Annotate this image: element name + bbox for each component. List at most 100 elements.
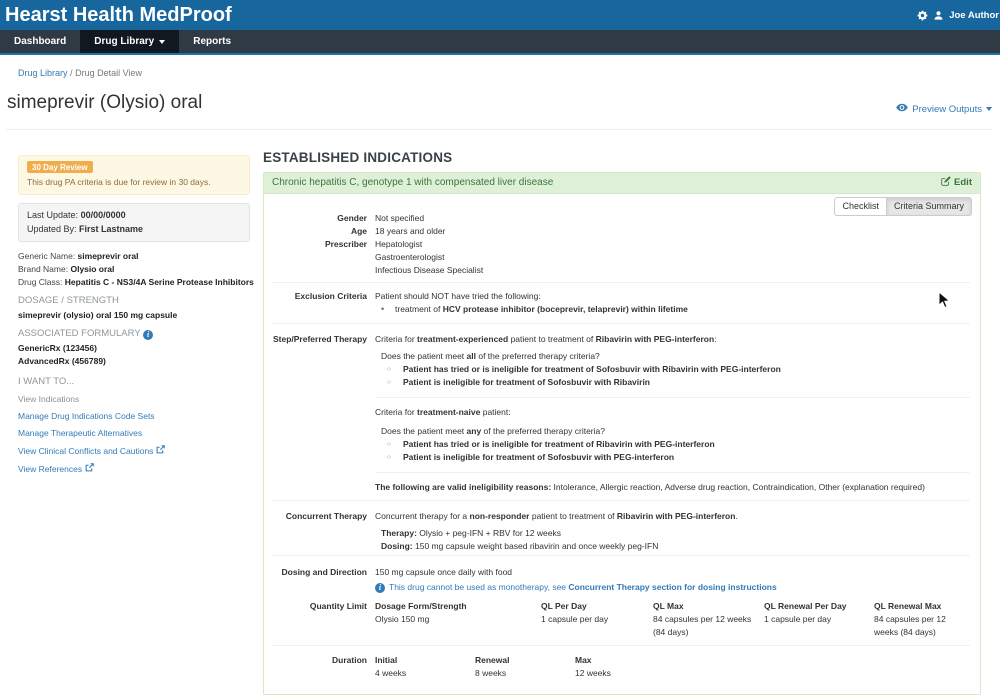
chevron-down-icon [159, 40, 165, 44]
dosing-direction-text: 150 mg capsule once daily with food [375, 566, 970, 579]
duration-table: Initial4 weeks Renewal8 weeks Max12 week… [375, 654, 970, 680]
exclusion-bullet: • treatment of HCV protease inhibitor (b… [381, 303, 970, 316]
breadcrumb-drug-library[interactable]: Drug Library [18, 68, 68, 78]
age-label: Age [272, 225, 367, 238]
i-want-to-heading: I WANT TO... [18, 376, 250, 388]
exclusion-criteria-row: Exclusion Criteria Patient should NOT ha… [272, 282, 970, 323]
concurrent-therapy-line: Therapy: Olysio + peg-IFN + RBV for 12 w… [381, 527, 970, 540]
sidebar-item-manage-code-sets[interactable]: Manage Drug Indications Code Sets [18, 411, 250, 422]
concurrent-label: Concurrent Therapy [272, 510, 367, 553]
edit-button[interactable]: Edit [941, 176, 972, 190]
sidebar-item-manage-alternatives[interactable]: Manage Therapeutic Alternatives [18, 428, 250, 439]
ql-column: QL Max84 capsules per 12 weeks (84 days) [653, 600, 764, 639]
gear-icon[interactable] [917, 10, 928, 21]
i-want-to-menu: View Indications Manage Drug Indications… [18, 394, 250, 475]
gender-label: Gender [272, 212, 367, 225]
ql-column: QL Per Day1 capsule per day [541, 600, 653, 639]
dosage-strength-value: simeprevir (olysio) oral 150 mg capsule [18, 309, 250, 322]
drug-sidebar: 30 Day Review This drug PA criteria is d… [18, 149, 250, 475]
step-criterion: ○Patient has tried or is ineligible for … [387, 438, 970, 451]
step-criterion: ○Patient is ineligible for treatment of … [387, 376, 970, 389]
prescriber-label: Prescriber [272, 238, 367, 277]
step-block-intro: Criteria for treatment-experienced patie… [375, 333, 970, 346]
update-info-box: Last Update: 00/00/0000 Updated By: Firs… [18, 203, 250, 242]
eye-icon [896, 103, 908, 115]
duration-row: Duration Initial4 weeks Renewal8 weeks M… [272, 645, 970, 680]
ql-column: QL Renewal Per Day1 capsule per day [764, 600, 874, 639]
quantity-limit-table: Dosage Form/StrengthOlysio 150 mg QL Per… [375, 600, 976, 639]
edit-icon [941, 176, 951, 190]
monotherapy-note: i This drug cannot be used as monotherap… [375, 581, 970, 594]
formulary-item: GenericRx (123456) [18, 342, 250, 355]
view-toggle: Checklist Criteria Summary [834, 197, 972, 216]
concurrent-therapy-row: Concurrent Therapy Concurrent therapy fo… [272, 500, 970, 555]
nav-drug-library[interactable]: Drug Library [80, 30, 179, 53]
sidebar-item-view-references[interactable]: View References [18, 463, 250, 475]
prescriber-values: Hepatologist Gastroenterologist Infectio… [367, 238, 970, 277]
breadcrumb: Drug Library / Drug Detail View [18, 68, 142, 78]
indication-panel: Chronic hepatitis C, genotype 1 with com… [263, 172, 981, 695]
dosing-row: Dosing and Direction 150 mg capsule once… [272, 555, 970, 645]
exclusion-label: Exclusion Criteria [272, 290, 367, 316]
indication-title: Chronic hepatitis C, genotype 1 with com… [272, 177, 553, 189]
drug-info: Generic Name: simeprevir oral Brand Name… [18, 250, 250, 289]
divider [6, 129, 992, 130]
breadcrumb-current: Drug Detail View [75, 68, 142, 78]
breadcrumb-separator: / [70, 68, 73, 78]
mouse-cursor [938, 291, 950, 314]
ql-column: Dosage Form/StrengthOlysio 150 mg [375, 600, 541, 639]
criteria-summary-button[interactable]: Criteria Summary [886, 197, 972, 216]
associated-formulary-heading: ASSOCIATED FORMULARY i [18, 328, 250, 340]
external-link-icon [85, 463, 94, 475]
circle-bullet-icon: ○ [387, 363, 397, 376]
quantity-limit-label: Quantity Limit [272, 600, 367, 639]
drug-class: Drug Class: Hepatitis C - NS3/4A Serine … [18, 276, 250, 289]
dosage-strength-heading: DOSAGE / STRENGTH [18, 295, 250, 307]
section-title: ESTABLISHED INDICATIONS [263, 150, 981, 165]
circle-bullet-icon: ○ [387, 451, 397, 464]
step-block-question: Does the patient meet all of the preferr… [381, 350, 970, 363]
chevron-down-icon [986, 107, 992, 111]
dosing-direction-label: Dosing and Direction [272, 566, 367, 594]
user-icon[interactable] [933, 10, 944, 21]
step-block-question: Does the patient meet any of the preferr… [381, 425, 970, 438]
formulary-item: AdvancedRx (456789) [18, 355, 250, 368]
main-nav: Dashboard Drug Library Reports [0, 30, 1000, 55]
generic-name: Generic Name: simeprevir oral [18, 250, 250, 263]
main-content: ESTABLISHED INDICATIONS Chronic hepatiti… [263, 144, 981, 685]
preview-outputs-button[interactable]: Preview Outputs [896, 103, 992, 115]
sidebar-item-view-indications[interactable]: View Indications [18, 394, 250, 405]
last-update-value: 00/00/0000 [81, 210, 126, 220]
checklist-button[interactable]: Checklist [834, 197, 886, 216]
nav-reports[interactable]: Reports [179, 30, 245, 53]
circle-bullet-icon: ○ [387, 438, 397, 451]
exclusion-intro: Patient should NOT have tried the follow… [375, 290, 970, 303]
ql-column: QL Renewal Max84 capsules per 12 weeks (… [874, 600, 976, 639]
indication-header: Chronic hepatitis C, genotype 1 with com… [264, 173, 980, 194]
concurrent-therapy-link[interactable]: This drug cannot be used as monotherapy,… [389, 581, 777, 594]
review-alert-text: This drug PA criteria is due for review … [27, 176, 241, 188]
duration-label: Duration [272, 654, 367, 680]
circle-bullet-icon: ○ [387, 376, 397, 389]
step-criterion: ○Patient has tried or is ineligible for … [387, 363, 970, 376]
duration-column: Renewal8 weeks [475, 654, 575, 680]
page-title: simeprevir (Olysio) oral [7, 92, 202, 114]
concurrent-intro: Concurrent therapy for a non-responder p… [375, 510, 970, 523]
duration-column: Max12 weeks [575, 654, 675, 680]
step-criterion: ○Patient is ineligible for treatment of … [387, 451, 970, 464]
external-link-icon [156, 445, 165, 457]
app-title: Hearst Health MedProof [5, 1, 232, 29]
info-icon: i [375, 583, 385, 593]
app-header: Hearst Health MedProof Joe Author [0, 0, 1000, 30]
step-therapy-row: Step/Preferred Therapy Criteria for trea… [272, 323, 970, 500]
info-icon[interactable]: i [143, 330, 153, 340]
status-badge: 30 Day Review [27, 161, 93, 173]
user-name[interactable]: Joe Author [949, 10, 999, 21]
bullet-icon: • [381, 303, 391, 316]
divider [375, 472, 970, 473]
sidebar-item-clinical-conflicts[interactable]: View Clinical Conflicts and Cautions [18, 445, 250, 457]
nav-dashboard[interactable]: Dashboard [0, 30, 80, 53]
ineligibility-reasons: The following are valid ineligibility re… [375, 481, 970, 494]
review-alert: 30 Day Review This drug PA criteria is d… [18, 155, 250, 195]
step-block-intro: Criteria for treatment-naive patient: [375, 406, 970, 419]
